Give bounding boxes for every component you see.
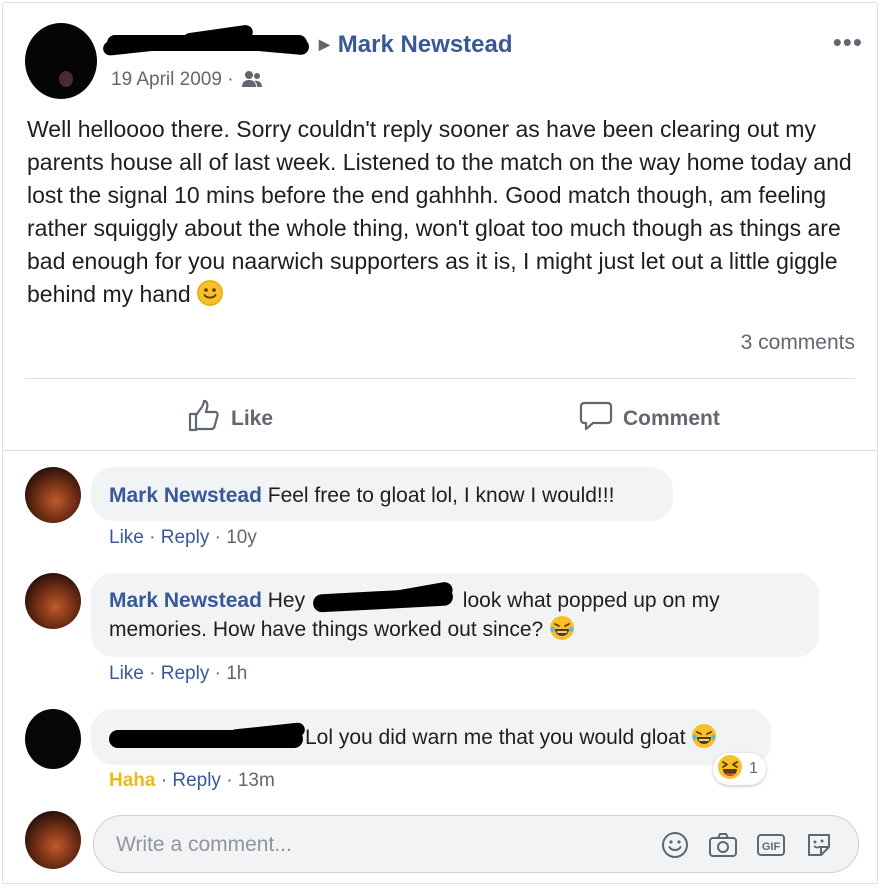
more-options-button[interactable]: •••	[833, 27, 863, 58]
like-button[interactable]: Like	[187, 399, 273, 439]
poster-avatar[interactable]	[25, 23, 97, 99]
redacted-author-name	[109, 722, 306, 748]
comments-count-link[interactable]: 3 comments	[741, 331, 855, 355]
target-name-link[interactable]: Mark Newstead	[338, 31, 513, 58]
comment-bubble: Mark Newstead Hey look what popped up on…	[91, 573, 819, 657]
speech-bubble-icon	[579, 399, 613, 439]
comment-like-link[interactable]: Like	[109, 527, 144, 548]
comment-meta: Haha · Reply · 13m	[109, 770, 275, 791]
comment-time[interactable]: 13m	[238, 770, 275, 791]
comment-meta: Like · Reply · 10y	[109, 527, 257, 548]
comment-composer[interactable]: GIF	[93, 815, 859, 873]
comment-text: Feel free to gloat lol, I know I would!!…	[267, 484, 615, 507]
svg-text:GIF: GIF	[762, 841, 781, 853]
header-names: ▶ Mark Newstead	[111, 31, 513, 59]
reaction-count-pill[interactable]: 1	[713, 753, 766, 785]
commenter-avatar[interactable]	[25, 573, 81, 629]
comment-bubble: Mark Newstead Feel free to gloat lol, I …	[91, 467, 673, 521]
comment-reply-link[interactable]: Reply	[161, 663, 210, 684]
actions-divider	[25, 378, 855, 379]
post-text: Well helloooo there. Sorry couldn't repl…	[27, 116, 852, 307]
friends-audience-icon[interactable]	[241, 70, 263, 94]
commenter-avatar[interactable]	[25, 467, 81, 523]
commenter-avatar[interactable]	[25, 709, 81, 769]
post-date[interactable]: 19 April 2009	[111, 69, 222, 90]
comment-time[interactable]: 10y	[226, 527, 257, 548]
current-user-avatar	[25, 811, 81, 869]
comment-bubble: Lol you did warn me that you would gloat	[91, 709, 771, 765]
emoji-picker-icon[interactable]	[660, 830, 690, 860]
comment-haha-link[interactable]: Haha	[109, 770, 155, 791]
composer-icons: GIF	[660, 830, 834, 860]
comments-section-divider	[3, 450, 877, 451]
haha-reaction-icon	[717, 754, 743, 785]
tears-of-joy-emoji-icon	[549, 615, 575, 649]
comment-author-link[interactable]: Mark Newstead	[109, 484, 262, 507]
comment-text: Lol you did warn me that you would gloat	[305, 726, 686, 749]
post-card: ▶ Mark Newstead 19 April 2009 · ••• Well …	[2, 2, 878, 884]
comment-time[interactable]: 1h	[226, 663, 247, 684]
comment-button[interactable]: Comment	[579, 399, 720, 439]
comment-reply-link[interactable]: Reply	[161, 527, 210, 548]
comment-reply-link[interactable]: Reply	[172, 770, 221, 791]
thumbs-up-icon	[187, 399, 221, 439]
comment-like-link[interactable]: Like	[109, 663, 144, 684]
gif-icon[interactable]: GIF	[756, 830, 786, 860]
redacted-mention	[311, 580, 457, 613]
post-meta: 19 April 2009 ·	[111, 69, 263, 94]
tears-of-joy-emoji-icon	[691, 723, 717, 757]
comment-input[interactable]	[114, 830, 638, 860]
sticker-icon[interactable]	[804, 830, 834, 860]
reaction-count: 1	[749, 760, 758, 777]
camera-icon[interactable]	[708, 830, 738, 860]
comment-meta: Like · Reply · 1h	[109, 663, 248, 684]
caret-right-icon: ▶	[319, 36, 330, 52]
smile-emoji-icon	[197, 280, 224, 306]
comment-author-link[interactable]: Mark Newstead	[109, 589, 262, 612]
